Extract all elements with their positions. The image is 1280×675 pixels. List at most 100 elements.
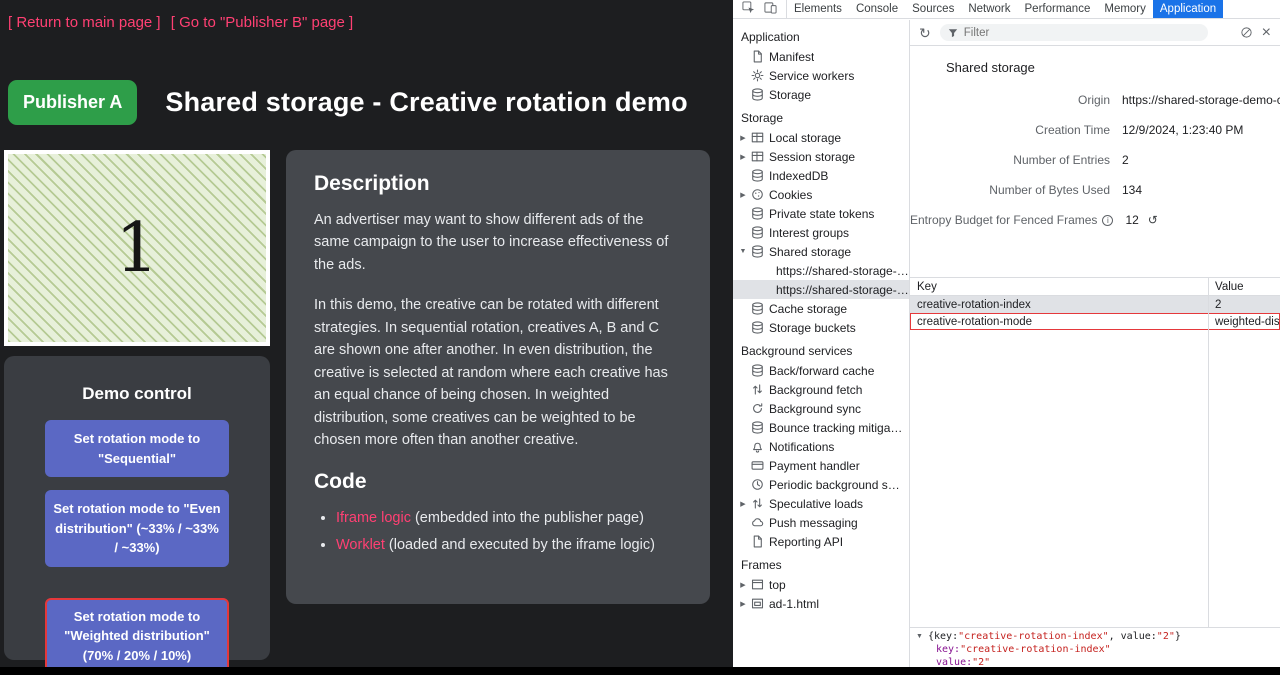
sidebar-item-manifest[interactable]: Manifest [733,47,909,66]
sidebar-item-storage[interactable]: Storage [733,85,909,104]
sidebar-item-private-state-tokens[interactable]: Private state tokens [733,204,909,223]
code-link-iframe-logic[interactable]: Iframe logic [336,510,411,526]
publisher-badge: Publisher A [8,80,137,125]
cloud-icon [750,516,764,530]
table-row-creative-rotation-mode[interactable]: creative-rotation-modeweighted-distribut… [910,313,1280,330]
sidebar-item-notifications[interactable]: Notifications [733,437,909,456]
tab-network[interactable]: Network [961,0,1017,18]
preview-token: "2" [1157,630,1175,643]
sidebar-item-label: Storage buckets [769,321,856,335]
sidebar-item-local-storage[interactable]: ▶Local storage [733,128,909,147]
sidebar-item-reporting-api[interactable]: Reporting API [733,532,909,551]
sidebar-item-shared-storage[interactable]: ▼Shared storage [733,242,909,261]
devtools-sidebar: ApplicationManifestService workersStorag… [733,20,910,667]
reset-budget-icon[interactable]: ↺ [1148,213,1158,227]
updown-icon [750,497,764,511]
sidebar-item-label: Manifest [769,50,814,64]
sidebar-item-https-shared-storage-d[interactable]: https://shared-storage-d… [733,280,909,299]
sidebar-item-speculative-loads[interactable]: ▶Speculative loads [733,494,909,513]
sidebar-item-https-shared-storage-d[interactable]: https://shared-storage-d… [733,261,909,280]
db-icon [750,207,764,221]
info-icon[interactable]: i [1102,215,1113,226]
table-row-creative-rotation-index[interactable]: creative-rotation-index2 [910,296,1280,313]
tab-application[interactable]: Application [1153,0,1223,18]
sidebar-item-label: Interest groups [769,226,849,240]
clear-icon[interactable] [1240,26,1253,39]
db-icon [750,226,764,240]
metadata-label: Creation Time [910,123,1110,137]
metadata-row-entropy-budget-for-fenced-frames: Entropy Budget for Fenced Framesi12↺ [910,205,1280,235]
caret-right-icon[interactable]: ▶ [736,500,750,508]
publisher-b-link[interactable]: [ Go to "Publisher B" page ] [171,14,353,31]
sidebar-item-background-sync[interactable]: Background sync [733,399,909,418]
inspect-icon[interactable] [742,1,755,17]
sidebar-item-periodic-background-s[interactable]: Periodic background s… [733,475,909,494]
sidebar-item-back-forward-cache[interactable]: Back/forward cache [733,361,909,380]
sidebar-item-service-workers[interactable]: Service workers [733,66,909,85]
sidebar-item-label: Storage [769,88,811,102]
caret-right-icon[interactable]: ▶ [736,153,750,161]
sidebar-item-cache-storage[interactable]: Cache storage [733,299,909,318]
column-header-key[interactable]: Key [910,281,1208,293]
sidebar-item-label: Private state tokens [769,207,874,221]
tab-elements[interactable]: Elements [787,0,849,18]
sidebar-item-top[interactable]: ▶top [733,575,909,594]
rotation-mode-button-set-rotation-mode-to-weighted-distributi[interactable]: Set rotation mode to "Weighted distribut… [45,598,229,675]
title-row: Publisher A Shared storage - Creative ro… [8,80,688,125]
sidebar-section-storage: Storage [733,104,909,128]
publisher-page: [ Return to main page ] [ Go to "Publish… [0,0,733,675]
tab-sources[interactable]: Sources [905,0,961,18]
gear-icon [750,69,764,83]
pane-toolbar: ↻ × [910,20,1280,46]
caret-right-icon[interactable]: ▶ [736,191,750,199]
cell-value: weighted-distribution [1208,316,1280,328]
sidebar-item-ad-1-html[interactable]: ▶ad-1.html [733,594,909,613]
tab-performance[interactable]: Performance [1018,0,1098,18]
cell-key: creative-rotation-mode [910,316,1208,328]
code-bullet-text: (loaded and executed by the iframe logic… [385,537,655,553]
caret-down-icon[interactable]: ▼ [736,248,750,255]
sidebar-item-interest-groups[interactable]: Interest groups [733,223,909,242]
sidebar-item-label: Bounce tracking mitiga… [769,421,902,435]
rotation-mode-button-set-rotation-mode-to-sequential[interactable]: Set rotation mode to "Sequential" [45,420,229,477]
sidebar-item-cookies[interactable]: ▶Cookies [733,185,909,204]
caret-right-icon[interactable]: ▶ [736,600,750,608]
metadata-value: 12/9/2024, 1:23:40 PM [1122,123,1243,137]
tab-console[interactable]: Console [849,0,905,18]
tab-memory[interactable]: Memory [1097,0,1153,18]
preview-token: "creative-rotation-index" [960,643,1111,656]
refresh-icon[interactable]: ↻ [919,26,931,40]
description-paragraph: In this demo, the creative can be rotate… [314,294,682,451]
rotation-mode-button-set-rotation-mode-to-even-distribution-3[interactable]: Set rotation mode to "Even distribution"… [45,490,229,567]
caret-right-icon[interactable]: ▶ [736,134,750,142]
sidebar-item-push-messaging[interactable]: Push messaging [733,513,909,532]
storage-metadata: Originhttps://shared-storage-demo-coCrea… [910,85,1280,235]
close-icon[interactable]: × [1262,25,1271,41]
preview-token: , value: [1109,630,1157,643]
preview-line: value: "2" [916,656,1274,667]
sidebar-item-bounce-tracking-mitiga[interactable]: Bounce tracking mitiga… [733,418,909,437]
column-header-value[interactable]: Value [1208,281,1280,293]
sidebar-item-session-storage[interactable]: ▶Session storage [733,147,909,166]
card-icon [750,459,764,473]
devtools-tabbar: ElementsConsoleSourcesNetworkPerformance… [733,0,1280,19]
devtools-panel: ElementsConsoleSourcesNetworkPerformance… [733,0,1280,675]
preview-line: ▼{key: "creative-rotation-index", value:… [916,630,1274,643]
metadata-label: Origin [910,93,1110,107]
description-card: Description An advertiser may want to sh… [286,150,710,604]
preview-caret-icon[interactable]: ▼ [916,630,928,643]
db-icon [750,364,764,378]
caret-right-icon[interactable]: ▶ [736,581,750,589]
code-link-worklet[interactable]: Worklet [336,537,385,553]
filter-box[interactable] [940,24,1208,41]
sidebar-item-background-fetch[interactable]: Background fetch [733,380,909,399]
device-toolbar-icon[interactable] [764,1,777,17]
return-main-link[interactable]: [ Return to main page ] [8,14,161,31]
metadata-label: Entropy Budget for Fenced Framesi [910,213,1113,227]
sidebar-item-payment-handler[interactable]: Payment handler [733,456,909,475]
sidebar-item-storage-buckets[interactable]: Storage buckets [733,318,909,337]
metadata-value: 2 [1122,153,1129,167]
filter-input[interactable] [964,27,1164,39]
devtools-body: ApplicationManifestService workersStorag… [733,20,1280,667]
sidebar-item-indexeddb[interactable]: IndexedDB [733,166,909,185]
